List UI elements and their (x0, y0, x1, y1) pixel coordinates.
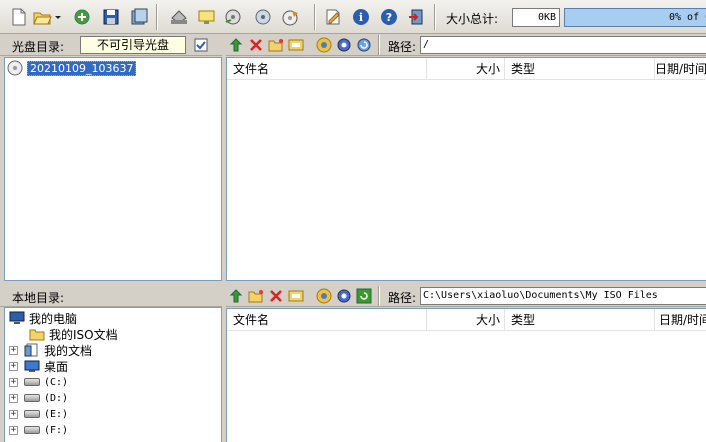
expand-icon[interactable]: + (9, 345, 18, 355)
drive-icon (24, 426, 40, 434)
tree-item-label: (C:) (44, 376, 69, 388)
tree-item-label: (D:) (44, 392, 69, 404)
tree-item-label: 我的ISO文档 (49, 327, 118, 342)
drive-icon (24, 378, 40, 386)
svg-text:i: i (359, 11, 363, 24)
iso-path-field[interactable]: / (420, 36, 706, 54)
local-tree-header: 本地目录: (0, 285, 222, 307)
iso-directory-label: 光盘目录: (12, 40, 65, 54)
drive-icon (24, 410, 40, 418)
column-header-type[interactable]: 类型 (505, 58, 655, 80)
expand-icon[interactable]: + (9, 409, 18, 419)
iso-file-list[interactable]: 文件名 大小 类型 日期/时间 (226, 57, 706, 281)
tree-item-label: (F:) (44, 424, 69, 436)
toolbar-separator (434, 4, 436, 30)
tree-item-drive-c[interactable]: + (C:) (9, 374, 68, 390)
save-as-icon[interactable] (72, 6, 94, 28)
rename-icon[interactable] (288, 288, 304, 304)
tree-item-desktop[interactable]: + 桌面 (9, 358, 68, 374)
tree-item-label: (E:) (44, 408, 69, 420)
capacity-progress-bar: 0% of 6 (564, 8, 706, 27)
iso-tree-panel[interactable]: 20210109_103637 (4, 57, 222, 281)
drive-icon (24, 394, 40, 402)
local-path-field[interactable]: C:\Users\xiaoluo\Documents\My ISO Files (420, 287, 706, 305)
column-header-date-label: 日期/时间 (659, 313, 706, 327)
local-file-list[interactable]: 文件名 大小 类型 日期/时间 (226, 308, 706, 442)
delete-icon[interactable] (268, 288, 284, 304)
up-folder-icon[interactable] (228, 288, 244, 304)
main-toolbar: i ? 大小总计: 0KB 0% of 6 (0, 0, 706, 34)
tree-item-drive-f[interactable]: + (F:) (9, 422, 68, 438)
computer-icon (9, 311, 25, 324)
new-folder-icon[interactable] (268, 37, 284, 53)
expand-icon[interactable]: + (9, 393, 18, 403)
svg-text:?: ? (386, 11, 392, 24)
tree-item-computer[interactable]: 我的电脑 (9, 310, 77, 326)
cd-icon[interactable] (280, 6, 302, 28)
column-header-date-label: 日期/时间 (655, 62, 706, 76)
tree-item-drive-e[interactable]: + (E:) (9, 406, 68, 422)
expand-icon[interactable]: + (9, 377, 18, 387)
up-folder-icon[interactable] (228, 37, 244, 53)
toolbar-separator (314, 4, 316, 30)
info-icon[interactable]: i (350, 6, 372, 28)
add-files-icon[interactable] (316, 37, 332, 53)
new-icon[interactable] (8, 6, 30, 28)
iso-file-toolbar: 路径: / (226, 34, 706, 56)
iso-tree-root[interactable]: 20210109_103637 (7, 60, 137, 76)
desktop-icon (24, 360, 40, 372)
column-header-date[interactable]: 日期/时间 (655, 309, 706, 331)
local-path-label: 路径: (388, 291, 417, 305)
tree-item-drive-d[interactable]: + (D:) (9, 390, 68, 406)
settings-gear-icon[interactable] (336, 37, 352, 53)
column-header-size[interactable]: 大小 (427, 58, 505, 80)
column-header-date[interactable]: 日期/时间 (655, 58, 706, 80)
boot-properties-icon[interactable] (193, 37, 209, 53)
capacity-progress-text: 0% of 6 (669, 12, 706, 23)
total-size-label: 大小总计: (446, 12, 499, 26)
cd-icon (7, 60, 23, 76)
total-size-value: 0KB (512, 8, 560, 27)
mount-icon[interactable] (252, 6, 274, 28)
folder-icon (29, 329, 45, 341)
rename-icon[interactable] (288, 37, 304, 53)
expand-icon[interactable]: + (9, 361, 18, 371)
column-header-size[interactable]: 大小 (427, 309, 505, 331)
burn-icon[interactable] (168, 6, 190, 28)
tree-item-label: 桌面 (44, 359, 69, 374)
save-icon[interactable] (100, 6, 122, 28)
help-icon[interactable]: ? (378, 6, 400, 28)
open-icon[interactable] (32, 6, 62, 28)
edit-icon[interactable] (322, 6, 344, 28)
local-file-toolbar: 路径: C:\Users\xiaoluo\Documents\My ISO Fi… (226, 285, 706, 307)
local-directory-label: 本地目录: (12, 291, 65, 305)
tree-item-label: 我的电脑 (29, 311, 78, 326)
add-files-icon[interactable] (316, 288, 332, 304)
iso-tree-root-label: 20210109_103637 (27, 60, 137, 76)
expand-icon[interactable]: + (9, 425, 18, 435)
delete-icon[interactable] (248, 37, 264, 53)
tree-item-iso-docs[interactable]: 我的ISO文档 (29, 326, 118, 342)
toolbar-separator (156, 4, 158, 30)
column-header-type[interactable]: 类型 (505, 309, 655, 331)
local-tree-panel[interactable]: 我的电脑 我的ISO文档 + 我的文档 + 桌面 + (C:) + (D:) +… (4, 307, 222, 442)
screen-icon[interactable] (196, 6, 218, 28)
properties-icon[interactable] (128, 6, 150, 28)
new-folder-icon[interactable] (248, 288, 264, 304)
iso-path-label: 路径: (388, 40, 417, 54)
toolbar-separator (378, 286, 380, 306)
refresh-icon[interactable] (356, 288, 372, 304)
refresh-icon[interactable] (356, 37, 372, 53)
documents-icon (24, 343, 38, 357)
exit-icon[interactable] (406, 6, 428, 28)
extract-icon[interactable] (222, 6, 244, 28)
iso-tree-header: 光盘目录: 不可引导光盘 (0, 34, 222, 56)
toolbar-separator (378, 35, 380, 55)
tree-item-label: 我的文档 (44, 343, 93, 358)
column-header-filename[interactable]: 文件名 (227, 309, 427, 331)
settings-gear-icon[interactable] (336, 288, 352, 304)
boot-status-field[interactable]: 不可引导光盘 (80, 36, 186, 54)
column-header-filename[interactable]: 文件名 (227, 58, 427, 80)
tree-item-documents[interactable]: + 我的文档 (9, 342, 92, 358)
